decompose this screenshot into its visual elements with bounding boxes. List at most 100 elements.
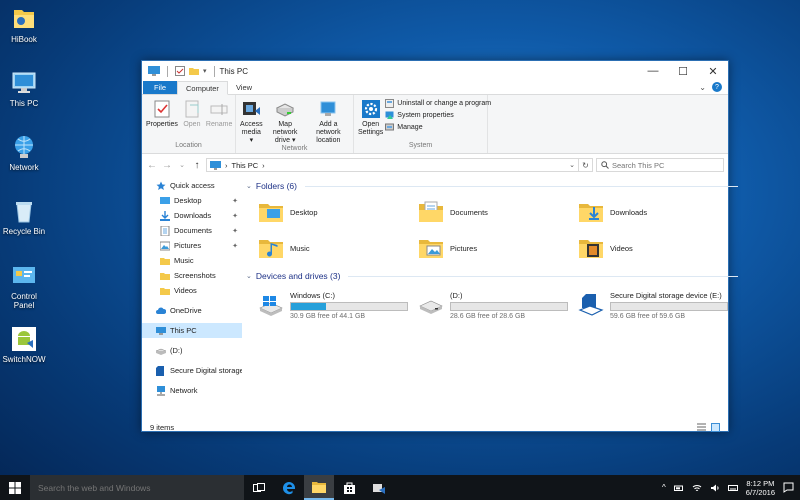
nav-item-sd-storage[interactable]: Secure Digital storage	[142, 363, 242, 378]
add-network-location-button[interactable]: Add a network location	[306, 97, 351, 145]
desktop-icon-network[interactable]: Network	[0, 134, 48, 172]
path-separator-tail[interactable]: ›	[262, 161, 265, 170]
network-icon	[15, 136, 33, 158]
pin-icon[interactable]: ✦	[232, 242, 238, 250]
collapse-chevron-icon[interactable]: ⌄	[246, 182, 252, 190]
manage-button[interactable]: Manage	[385, 123, 491, 132]
up-button[interactable]: ↑	[191, 160, 203, 171]
desktop-icon-hibook[interactable]: HiBook	[0, 6, 48, 44]
address-dropdown-icon[interactable]: ⌄	[569, 161, 575, 169]
access-media-icon	[243, 102, 261, 115]
nav-item-d-drive[interactable]: (D:)	[142, 343, 242, 358]
show-hidden-icons-icon[interactable]: ^	[662, 483, 666, 492]
tab-computer[interactable]: Computer	[177, 81, 228, 95]
nav-item-desktop[interactable]: Desktop ✦	[142, 193, 242, 208]
nav-item-music[interactable]: Music	[142, 253, 242, 268]
forward-button[interactable]: →	[161, 160, 173, 171]
search-input[interactable]	[612, 160, 712, 170]
drives-section-header[interactable]: ⌄ Devices and drives (3)	[246, 268, 738, 284]
edge-button[interactable]	[274, 475, 304, 500]
nav-label: Music	[174, 256, 194, 265]
nav-item-screenshots[interactable]: Screenshots	[142, 268, 242, 283]
desktop-icon-control-panel[interactable]: Control Panel	[0, 263, 48, 310]
nav-item-this-pc[interactable]: This PC	[142, 323, 242, 338]
pin-icon[interactable]: ✦	[232, 212, 238, 220]
desktop-icon-label: SwitchNOW	[2, 355, 46, 364]
folder-music[interactable]: Music	[258, 233, 418, 263]
folder-pictures[interactable]: Pictures	[418, 233, 578, 263]
address-bar[interactable]: › This PC › ⌄	[206, 158, 579, 172]
nav-item-videos[interactable]: Videos	[142, 283, 242, 298]
tab-file[interactable]: File	[143, 81, 177, 94]
properties-button[interactable]: Properties	[144, 97, 180, 142]
nav-item-pictures[interactable]: Pictures ✦	[142, 238, 242, 253]
ribbon: Properties Open Rename Location Access m…	[142, 95, 728, 154]
rename-button[interactable]: Rename	[204, 97, 234, 142]
open-settings-button[interactable]: Open Settings	[356, 97, 385, 142]
desktop-icon-switchnow[interactable]: SwitchNOW	[0, 326, 48, 364]
wifi-icon[interactable]	[692, 483, 702, 493]
qa-dropdown-icon[interactable]: ▾	[203, 67, 207, 75]
details-view-icon[interactable]	[697, 423, 706, 432]
taskbar-search[interactable]	[30, 475, 244, 500]
path-separator[interactable]: ›	[225, 161, 228, 170]
title-bar[interactable]: ▾ This PC — ☐ ✕	[142, 61, 728, 81]
file-explorer-taskbar-button[interactable]	[304, 475, 334, 500]
help-icon[interactable]: ?	[712, 82, 722, 92]
folder-documents[interactable]: Documents	[418, 197, 578, 227]
desktop-icon-recycle-bin[interactable]: Recycle Bin	[0, 198, 48, 236]
volume-icon[interactable]	[710, 483, 720, 493]
task-view-button[interactable]	[244, 475, 274, 500]
tab-view[interactable]: View	[228, 81, 260, 94]
recent-locations-button[interactable]: ⌄	[176, 161, 188, 169]
pin-icon[interactable]: ✦	[232, 197, 238, 205]
nav-item-onedrive[interactable]: OneDrive	[142, 303, 242, 318]
drive-d[interactable]: (D:) 28.6 GB free of 28.6 GB	[418, 287, 578, 323]
nav-item-quick-access[interactable]: Quick access	[142, 178, 242, 193]
collapse-chevron-icon[interactable]: ⌄	[246, 272, 252, 280]
action-center-icon[interactable]	[783, 482, 794, 493]
drive-e[interactable]: Secure Digital storage device (E:) 59.6 …	[578, 287, 738, 323]
battery-icon[interactable]	[673, 483, 684, 493]
close-button[interactable]: ✕	[698, 61, 728, 81]
properties-small-icon[interactable]	[175, 66, 185, 76]
breadcrumb-this-pc[interactable]: This PC	[232, 161, 259, 170]
back-button[interactable]: ←	[146, 160, 158, 171]
system-properties-button[interactable]: System properties	[385, 111, 491, 120]
file-explorer-window[interactable]: ▾ This PC — ☐ ✕ File Computer View ⌄ ? P…	[141, 60, 738, 432]
videos-folder-icon	[160, 287, 170, 295]
nav-item-downloads[interactable]: Downloads ✦	[142, 208, 242, 223]
folder-desktop[interactable]: Desktop	[258, 197, 418, 227]
drive-label: Secure Digital storage device (E:)	[610, 290, 722, 300]
desktop-icon-this-pc[interactable]: This PC	[0, 70, 48, 108]
folders-section-header[interactable]: ⌄ Folders (6)	[246, 178, 738, 194]
refresh-button[interactable]: ↻	[579, 158, 593, 172]
taskbar-search-input[interactable]	[38, 482, 238, 493]
access-media-button[interactable]: Access media ▾	[238, 97, 265, 145]
start-button[interactable]	[0, 475, 30, 500]
clock[interactable]: 8:12 PM 6/7/2016	[746, 479, 775, 497]
drive-c[interactable]: Windows (C:) 30.9 GB free of 44.1 GB	[258, 287, 418, 323]
folder-videos[interactable]: Videos	[578, 233, 738, 263]
map-network-drive-button[interactable]: Map network drive ▾	[265, 97, 306, 145]
maximize-button[interactable]: ☐	[668, 61, 698, 81]
nav-item-network[interactable]: Network	[142, 383, 242, 398]
uninstall-program-button[interactable]: Uninstall or change a program	[385, 99, 491, 108]
search-box[interactable]	[596, 158, 724, 172]
task-view-icon	[253, 482, 265, 492]
keyboard-icon[interactable]	[727, 483, 738, 493]
expand-ribbon-icon[interactable]: ⌄	[699, 83, 706, 92]
nav-item-documents[interactable]: Documents ✦	[142, 223, 242, 238]
add-location-label-1: Add a network	[316, 121, 341, 136]
minimize-button[interactable]: —	[638, 61, 668, 81]
videos-folder-icon	[579, 240, 603, 258]
open-button[interactable]: Open	[180, 97, 204, 142]
nav-label: Screenshots	[174, 271, 216, 280]
store-button[interactable]	[334, 475, 364, 500]
large-icons-view-icon[interactable]	[711, 423, 720, 432]
pin-icon[interactable]: ✦	[232, 227, 238, 235]
new-folder-small-icon[interactable]	[189, 66, 199, 76]
app-taskbar-button[interactable]	[364, 475, 394, 500]
drive-usage-bar	[290, 301, 408, 311]
folder-downloads[interactable]: Downloads	[578, 197, 738, 227]
